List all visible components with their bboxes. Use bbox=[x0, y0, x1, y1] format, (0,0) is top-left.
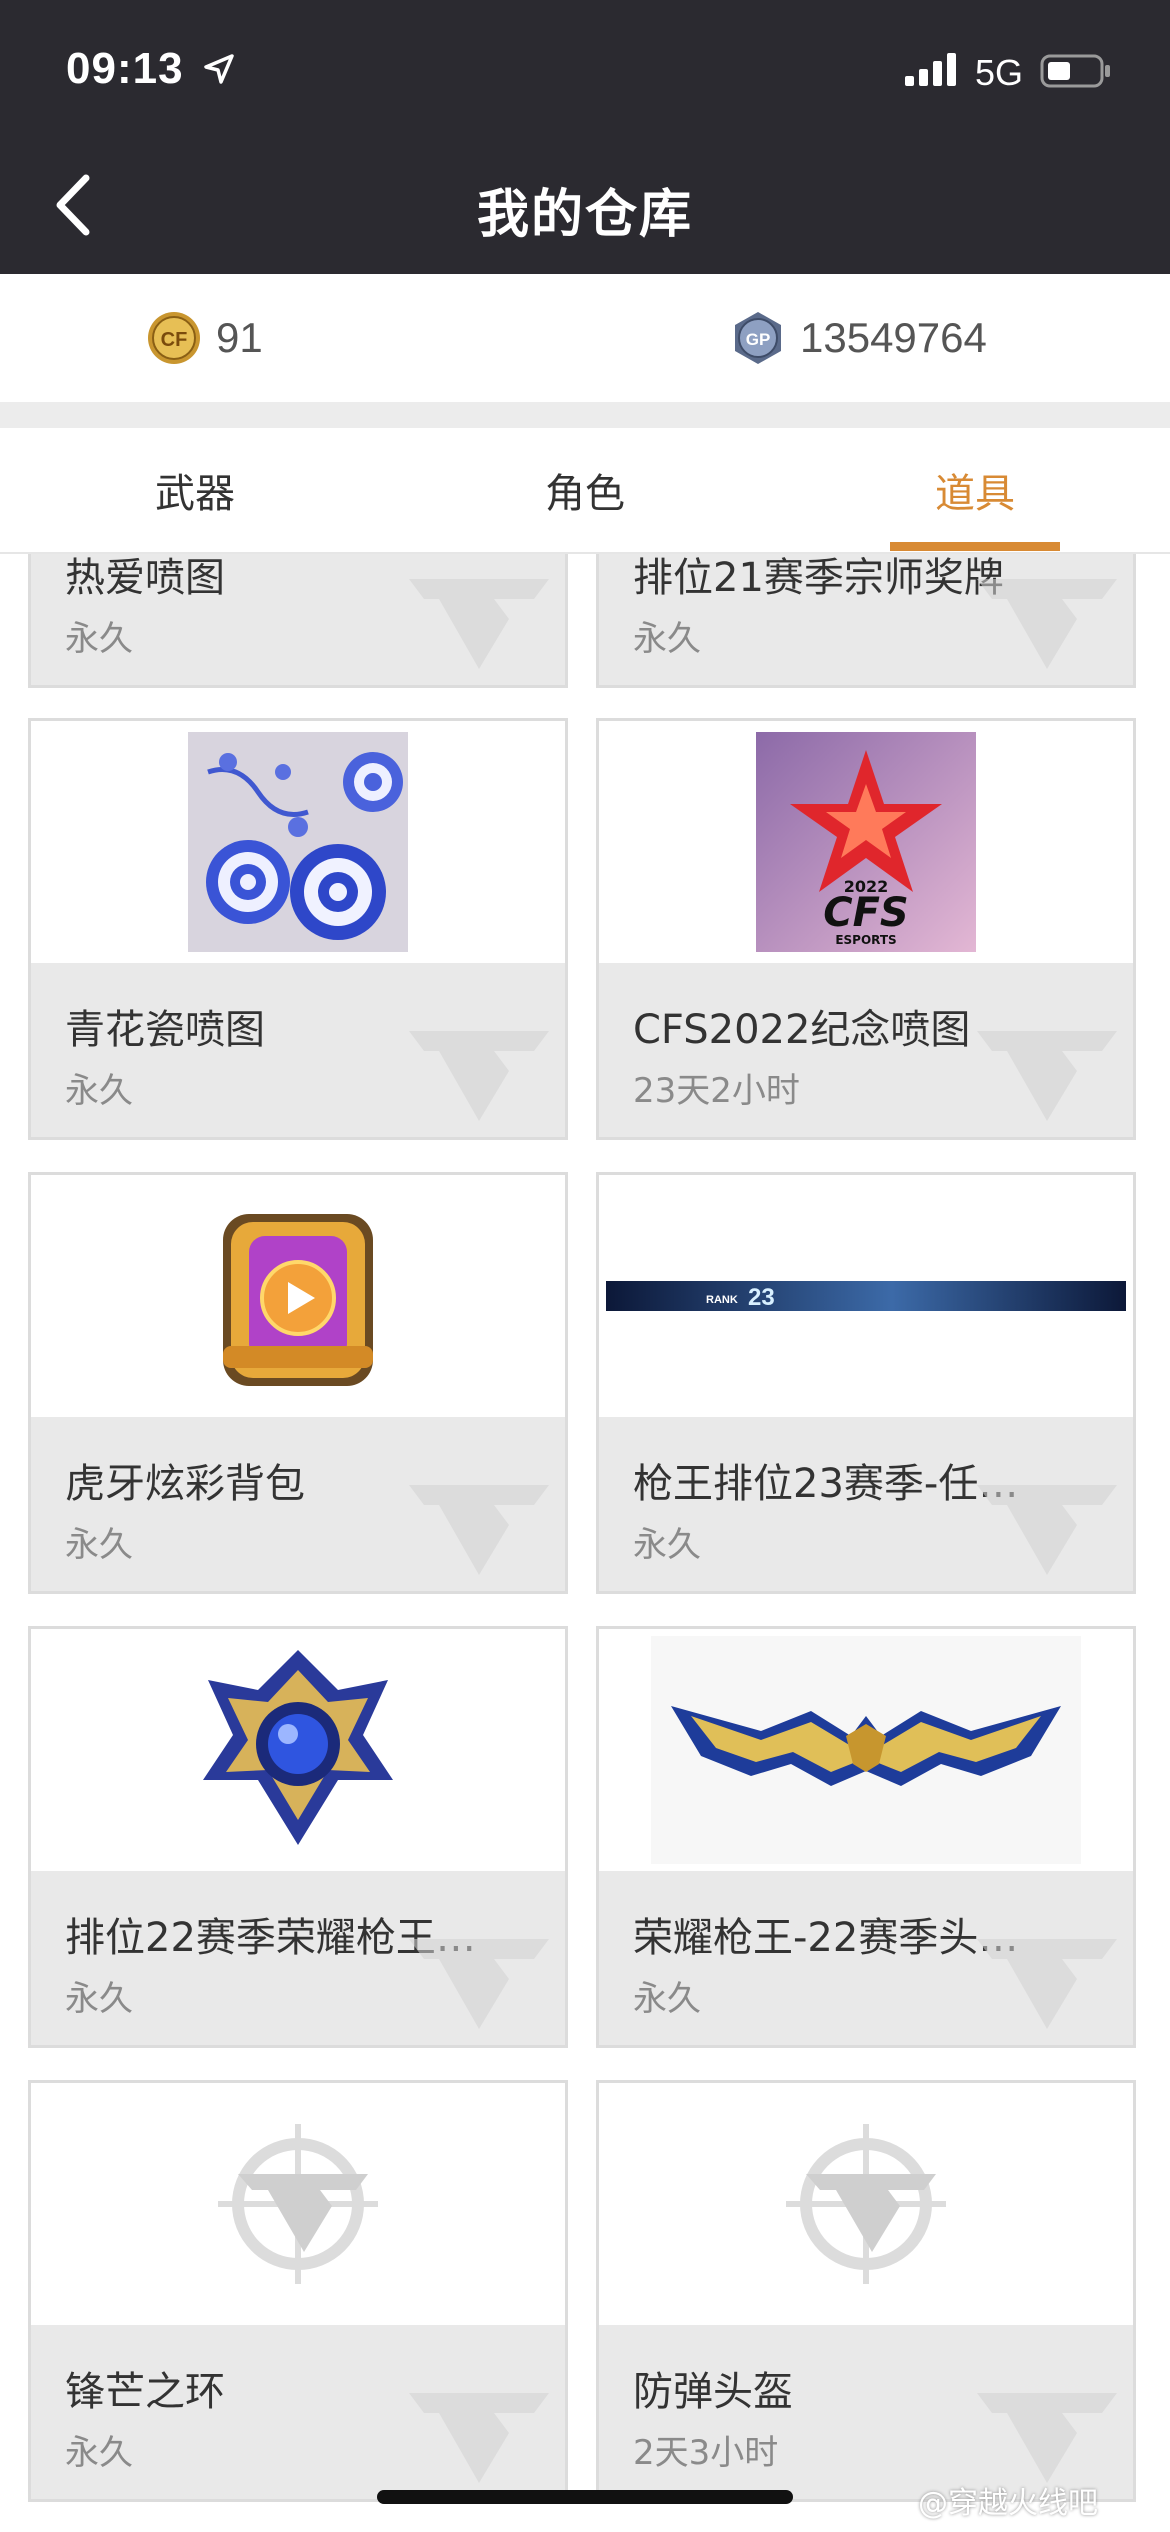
rank-22-medal-icon bbox=[203, 1650, 393, 1845]
item-card[interactable]: 虎牙炫彩背包 永久 bbox=[28, 1172, 568, 1594]
tab-weapons[interactable]: 武器 bbox=[0, 428, 390, 552]
item-duration: 永久 bbox=[65, 2433, 133, 2473]
item-image bbox=[599, 1629, 1133, 1871]
item-image: RANK 23 bbox=[599, 1175, 1133, 1417]
cf-points: CF 91 bbox=[146, 308, 263, 368]
cfs-2022-spray-icon: 2022 CFS ESPORTS bbox=[756, 732, 976, 952]
cf-watermark-icon bbox=[977, 1939, 1117, 2029]
cfs-sub-label: ESPORTS bbox=[835, 933, 896, 947]
item-card[interactable]: 锋芒之环 永久 bbox=[28, 2080, 568, 2502]
cf-coin-icon: CF bbox=[148, 312, 200, 364]
tab-characters[interactable]: 角色 bbox=[390, 428, 780, 552]
item-card[interactable]: 热爱喷图 永久 bbox=[28, 554, 568, 688]
cf-watermark-icon bbox=[977, 2393, 1117, 2483]
item-card[interactable]: 排位22赛季荣耀枪王… 永久 bbox=[28, 1626, 568, 2048]
cf-points-value: 91 bbox=[216, 314, 263, 361]
signal-icon bbox=[905, 53, 956, 86]
gp-points-value: 13549764 bbox=[800, 314, 987, 361]
item-image bbox=[31, 1175, 565, 1417]
item-image bbox=[31, 1629, 565, 1871]
cf-placeholder-icon bbox=[218, 2124, 378, 2284]
battery-icon bbox=[1040, 54, 1110, 88]
home-indicator[interactable] bbox=[377, 2490, 793, 2504]
rank-banner-number: 23 bbox=[748, 1284, 775, 1311]
cf-watermark-icon bbox=[409, 579, 549, 669]
gp-coin-icon: GP bbox=[735, 312, 781, 364]
cf-watermark-icon bbox=[409, 1939, 549, 2029]
item-duration: 2天3小时 bbox=[633, 2433, 779, 2473]
rank-22-title-icon bbox=[651, 1636, 1081, 1864]
item-card[interactable]: 荣耀枪王-22赛季头… 永久 bbox=[596, 1626, 1136, 2048]
cf-watermark-icon bbox=[977, 1031, 1117, 1121]
blue-porcelain-spray-icon bbox=[188, 732, 408, 952]
item-card[interactable]: 2022 CFS ESPORTS CFS2022纪念喷图 23天2小时 bbox=[596, 718, 1136, 1140]
cf-coin-label: CF bbox=[161, 329, 188, 351]
item-image bbox=[599, 2083, 1133, 2325]
cf-watermark-icon bbox=[409, 1031, 549, 1121]
item-duration: 永久 bbox=[65, 1979, 133, 2019]
watermark-text: @穿越火线吧 bbox=[918, 2486, 1098, 2521]
cf-watermark-icon bbox=[977, 1485, 1117, 1575]
gp-points: GP 13549764 bbox=[730, 308, 987, 368]
item-duration: 永久 bbox=[633, 619, 701, 659]
category-tabs: 武器 角色 道具 bbox=[0, 428, 1170, 554]
active-tab-indicator bbox=[890, 542, 1060, 551]
location-arrow-icon bbox=[204, 54, 234, 84]
app-header: 09:13 5G 我的仓库 bbox=[0, 0, 1170, 274]
currency-bar: CF 91 GP 13549764 bbox=[0, 274, 1170, 402]
item-image bbox=[31, 721, 565, 963]
tab-items[interactable]: 道具 bbox=[780, 428, 1170, 552]
status-time: 09:13 bbox=[66, 44, 184, 93]
item-image bbox=[31, 2083, 565, 2325]
item-card[interactable]: 青花瓷喷图 永久 bbox=[28, 718, 568, 1140]
item-duration: 永久 bbox=[65, 619, 133, 659]
item-duration: 永久 bbox=[65, 1525, 133, 1565]
item-duration: 永久 bbox=[65, 1071, 133, 1111]
cf-watermark-icon bbox=[409, 1485, 549, 1575]
gp-coin-label: GP bbox=[746, 330, 771, 349]
item-card[interactable]: RANK 23 枪王排位23赛季-任… 永久 bbox=[596, 1172, 1136, 1594]
item-image: 2022 CFS ESPORTS bbox=[599, 721, 1133, 963]
rank-23-banner-icon: RANK 23 bbox=[606, 1281, 1126, 1311]
section-separator bbox=[0, 402, 1170, 428]
page-title: 我的仓库 bbox=[476, 185, 693, 245]
rank-banner-label: RANK bbox=[706, 1294, 738, 1306]
huya-backpack-icon bbox=[223, 1214, 373, 1386]
cf-watermark-icon bbox=[977, 579, 1117, 669]
cf-watermark-icon bbox=[409, 2393, 549, 2483]
item-card[interactable]: 防弹头盔 2天3小时 bbox=[596, 2080, 1136, 2502]
item-card[interactable]: 排位21赛季宗师奖牌 永久 bbox=[596, 554, 1136, 688]
item-grid: 热爱喷图 永久 排位21赛季宗师奖牌 永久 青花瓷喷图 永久 2022 CFS … bbox=[0, 554, 1170, 2532]
item-duration: 永久 bbox=[633, 1525, 701, 1565]
item-duration: 23天2小时 bbox=[633, 1071, 800, 1111]
network-type: 5G bbox=[975, 52, 1024, 93]
cfs-logo-label: CFS bbox=[823, 890, 909, 936]
cf-placeholder-icon bbox=[786, 2124, 946, 2284]
item-duration: 永久 bbox=[633, 1979, 701, 2019]
